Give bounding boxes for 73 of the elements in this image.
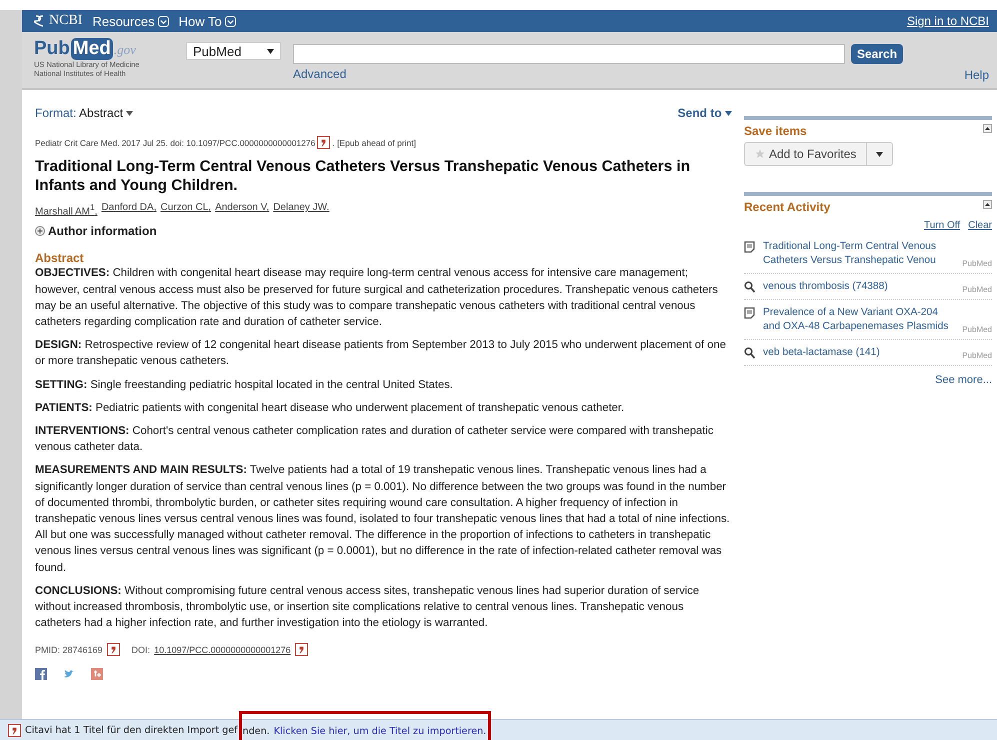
abstract-paragraph: INTERVENTIONS: Cohort's central venous catheter complication rates and duration of catheter service were compared with transhepatic venous catheter data.: [35, 424, 714, 456]
source-label: PubMed: [962, 325, 992, 334]
citavi-icon[interactable]: [294, 643, 308, 656]
article-title: Traditional Long-Term Central Venous Catheters Versus Transhepatic Venous Catheters in Infants and Young Children.: [35, 157, 692, 195]
database-dropdown[interactable]: PubMed: [186, 42, 281, 60]
plus-icon[interactable]: [35, 226, 45, 236]
abstract-paragraph: SETTING: Single freestanding pediatric hospital located in the central United States.: [35, 378, 454, 393]
add-to-favorites-button[interactable]: Add to Favorites: [744, 142, 868, 166]
citation-text: 2017 Jul 25. doi: 10.1097/PCC.0000000000001276: [122, 138, 316, 148]
citavi-icon[interactable]: [8, 724, 21, 736]
pmid-text: PMID: 28746169: [35, 644, 103, 655]
collapse-icon[interactable]: [983, 124, 992, 133]
ncbi-logo[interactable]: NCBI: [34, 13, 82, 29]
star-icon: [755, 149, 765, 159]
doi-label: DOI:: [132, 644, 150, 655]
favorites-dropdown[interactable]: [867, 142, 894, 166]
format-dropdown[interactable]: Format: Abstract: [35, 106, 134, 120]
section-title: Recent Activity: [744, 200, 830, 214]
search-icon: [744, 281, 755, 293]
abstract-paragraph: CONCLUSIONS: Without compromising future central venous access sites, transhepatic venous lines had superior duration of service without increased thrombosis, thrombolytic use, or insertion site complications relative to central venous lines. Transhepatic venous catheters had a higher infection rate, and further investigation into the etiology is warranted.: [35, 584, 700, 632]
menu-item[interactable]: How To: [178, 14, 222, 28]
activity-link[interactable]: venous thrombosis (74388): [763, 280, 954, 294]
turn-off-link[interactable]: Turn Off: [924, 220, 960, 231]
document-icon: [744, 241, 755, 253]
search-icon: [744, 347, 755, 359]
status-message: Citavi hat 1 Titel für den direkten Import gef: [25, 724, 238, 736]
advanced-link[interactable]: Advanced: [293, 67, 346, 81]
doi-link[interactable]: 10.1097/PCC.0000000000001276: [154, 644, 291, 655]
abstract-heading: Abstract: [35, 251, 85, 266]
caret-icon: [876, 152, 884, 156]
help-link[interactable]: Help: [964, 68, 989, 82]
activity-link[interactable]: Traditional Long-Term Central Venous Catheters Versus Transhepatic Venou: [763, 240, 954, 268]
section-title: Save items: [744, 124, 807, 138]
author-link[interactable]: Curzon CL,: [160, 202, 212, 218]
author-link[interactable]: Anderson V,: [215, 202, 270, 218]
helix-icon: [34, 15, 45, 27]
search-field[interactable]: [293, 44, 845, 64]
journal-link[interactable]: Pediatr Crit Care Med.: [35, 138, 120, 148]
author-info-toggle[interactable]: Author information: [35, 224, 732, 238]
caret-icon: [725, 111, 732, 116]
import-link[interactable]: Klicken Sie hier, um die Titel zu importieren.: [274, 726, 486, 737]
google-plus-icon[interactable]: [91, 668, 103, 680]
status-message: nden.: [242, 726, 270, 737]
send-to-menu[interactable]: Send to: [678, 106, 732, 120]
epub-note: . [Epub ahead of print]: [332, 138, 416, 148]
twitter-icon[interactable]: [63, 668, 75, 680]
abstract-paragraph: DESIGN: Retrospective review of 12 congenital heart disease patients from September 2013 to July 2015 who underwent placement of one or more transhepatic venous catheters.: [35, 338, 727, 370]
source-label: PubMed: [962, 285, 992, 294]
author-link[interactable]: Delaney JW.: [273, 202, 330, 218]
see-more-link[interactable]: See more...: [744, 374, 992, 386]
abstract-paragraph: PATIENTS: Pediatric patients with congenital heart disease who underwent placement of transhepatic venous catheter.: [35, 400, 626, 416]
source-label: PubMed: [962, 351, 992, 360]
activity-link[interactable]: Prevalence of a New Variant OXA-204 and OXA-48 Carbapenemases Plasmids: [763, 306, 954, 334]
activity-link[interactable]: veb beta-lactamase (141): [763, 346, 954, 360]
source-label: PubMed: [962, 259, 992, 268]
abstract-paragraph: OBJECTIVES: Children with congenital heart disease may require long-term central venous access for intensive care management; however, central venous access must also be preserved for future surgical and catheterization procedures. Transhepatic venous catheters may be an useful alternative. The objective of this study was to compare transhepatic venous catheters with traditional central venous catheters regarding complication rate and duration of catheter service.: [35, 266, 719, 330]
pubmed-logo[interactable]: Pub Med.gov: [34, 38, 174, 60]
document-icon: [744, 307, 755, 319]
author-link[interactable]: Danford DA,: [101, 202, 156, 218]
menu-item[interactable]: Resources: [92, 14, 155, 28]
chevron-down-icon[interactable]: [224, 16, 236, 26]
collapse-icon[interactable]: [983, 200, 992, 209]
caret-icon: [267, 48, 274, 54]
facebook-icon[interactable]: [35, 668, 47, 680]
citavi-icon[interactable]: [317, 136, 330, 149]
caret-icon: [126, 111, 134, 116]
clear-link[interactable]: Clear: [968, 220, 992, 231]
citavi-icon[interactable]: [106, 643, 120, 656]
abstract-paragraph: MEASUREMENTS AND MAIN RESULTS: Twelve patients had a total of 19 transhepatic venous lines. Transhepatic venous lines had a significantly longer duration of service than central venous lines (p = 0.001). No difference between the two groups was found in the number of documented thrombi, thrombolytic burden, or catheter sites requiring wound care consultation. A higher frequency of infection in transhepatic venous lines versus central venous lines was found, isolated to four transhepatic venous lines that had a total of nine infections. All but one was successfully managed without catheter removal. The difference in the proportion of infections to catheters in transhepatic venous lines versus central venous lines was significant (p = 0.0001), but no difference in the rate of infection-related catheter removal was found.: [35, 463, 731, 576]
chevron-down-icon[interactable]: [158, 16, 169, 26]
author-link[interactable]: Marshall AM$^{1}$,: [35, 202, 98, 218]
sign-in-link[interactable]: Sign in to NCBI: [906, 14, 989, 28]
search-button[interactable]: Search: [851, 44, 904, 64]
